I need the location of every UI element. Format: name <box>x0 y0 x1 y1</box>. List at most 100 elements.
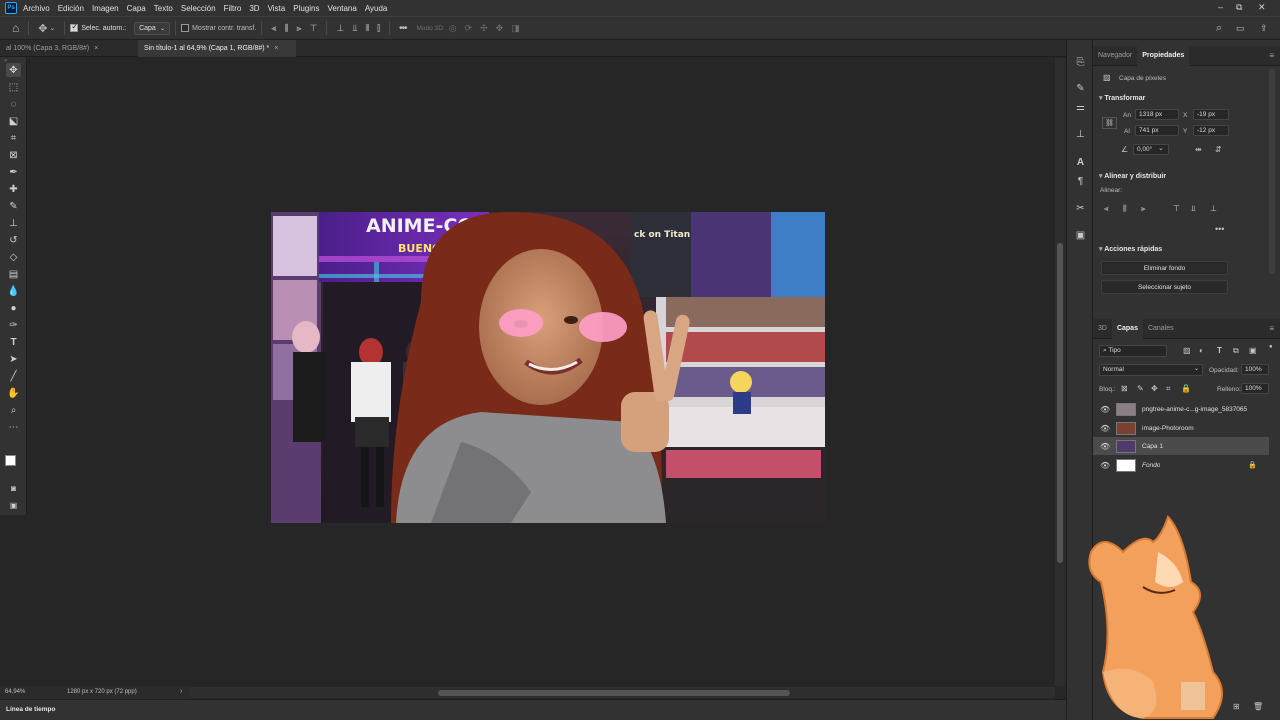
frame-tool-icon[interactable]: ⊠ <box>6 148 21 162</box>
show-transform-checkbox[interactable]: Mostrar contr. transf. <box>181 24 256 32</box>
path-select-tool-icon[interactable]: ➤ <box>6 352 21 366</box>
history-brush-tool-icon[interactable]: ↺ <box>6 233 21 247</box>
x-input[interactable]: -19 px <box>1193 109 1229 120</box>
pen-tool-icon[interactable]: ✑ <box>6 318 21 332</box>
chevron-right-icon[interactable]: › <box>180 688 182 695</box>
restore-button[interactable]: ⧉ <box>1236 2 1242 13</box>
close-icon[interactable]: × <box>274 45 278 52</box>
panel-menu-icon[interactable]: ≡ <box>1269 324 1274 333</box>
auto-select-target-dropdown[interactable]: Capa ⌄ <box>134 21 171 35</box>
layer-row-selected[interactable]: 👁 Capa 1 <box>1093 437 1269 455</box>
lock-image-icon[interactable]: ✎ <box>1137 384 1144 393</box>
menu-edicion[interactable]: Edición <box>58 4 84 13</box>
character-panel-icon[interactable]: A <box>1074 156 1087 169</box>
visibility-eye-icon[interactable]: 👁 <box>1100 461 1112 470</box>
lock-position-icon[interactable]: ✥ <box>1151 384 1158 393</box>
marquee-tool-icon[interactable]: ⬚ <box>6 80 21 94</box>
filter-toggle-icon[interactable]: ● <box>1269 344 1273 350</box>
history-panel-icon[interactable]: ⎘ <box>1074 56 1087 69</box>
document-image[interactable]: ANIME-CO BUENOS AIRES ck on Titan <box>271 212 825 523</box>
crop-tool-icon[interactable]: ⌗ <box>6 131 21 145</box>
zoom-level[interactable]: 64,94% <box>5 689 25 695</box>
tab-document-1[interactable]: al 100% (Capa 3, RGB/8#) × <box>0 40 138 57</box>
y-input[interactable]: -12 px <box>1193 125 1229 136</box>
menu-3d[interactable]: 3D <box>249 4 259 13</box>
layer-filter-dropdown[interactable]: ⌕ Tipo <box>1099 345 1167 357</box>
brushes-panel-icon[interactable]: ✎ <box>1074 82 1087 95</box>
lock-artboard-icon[interactable]: ⌗ <box>1166 384 1171 394</box>
menu-ventana[interactable]: Ventana <box>327 4 356 13</box>
scroll-thumb[interactable] <box>1057 243 1063 563</box>
libraries-panel-icon[interactable]: ▣ <box>1074 229 1087 242</box>
align-left-edges-icon[interactable]: ⫷ <box>1104 204 1109 214</box>
blur-tool-icon[interactable]: 💧 <box>6 284 21 298</box>
align-top-icon[interactable]: ⊤ <box>310 23 318 34</box>
align-hcenter-icon[interactable]: ⫼ <box>284 23 288 34</box>
gradient-tool-icon[interactable]: ▤ <box>6 267 21 281</box>
more-tools-icon[interactable]: ⋯ <box>6 420 21 434</box>
filter-pixel-icon[interactable]: ▨ <box>1183 346 1191 355</box>
more-options-button[interactable]: ••• <box>399 23 407 34</box>
quick-actions-title[interactable]: Acciones rápidas <box>1099 245 1162 253</box>
transform-section-title[interactable]: Transformar <box>1099 94 1145 102</box>
select-subject-button[interactable]: Seleccionar sujeto <box>1101 280 1228 294</box>
horizontal-scrollbar[interactable] <box>190 687 1055 698</box>
width-input[interactable]: 1318 px <box>1135 109 1179 120</box>
lock-all-icon[interactable]: 🔒 <box>1181 384 1191 393</box>
share-icon[interactable]: ⇪ <box>1260 23 1268 34</box>
properties-scrollbar[interactable] <box>1269 68 1275 274</box>
eraser-tool-icon[interactable]: ◇ <box>6 250 21 264</box>
menu-filtro[interactable]: Filtro <box>224 4 242 13</box>
distribute-icon[interactable]: ⫴ <box>365 23 369 34</box>
remove-background-button[interactable]: Eliminar fondo <box>1101 261 1228 275</box>
move-tool-icon[interactable]: ✥ <box>6 63 21 77</box>
align-bottom-icon[interactable]: ⫫ <box>352 23 357 34</box>
menu-capa[interactable]: Capa <box>127 4 146 13</box>
auto-select-checkbox[interactable]: Selec. autom.: <box>70 22 126 32</box>
align-vcenters-icon[interactable]: ⫫ <box>1191 204 1196 214</box>
line-tool-icon[interactable]: ╱ <box>6 369 21 383</box>
timeline-tab[interactable]: Línea de tiempo <box>6 706 55 713</box>
chevron-down-icon[interactable]: ⌄ <box>49 24 55 32</box>
layer-row[interactable]: 👁 image-Photoroom <box>1093 419 1269 437</box>
flip-horizontal-icon[interactable]: ⇹ <box>1195 145 1202 154</box>
opacity-input[interactable]: 100% <box>1241 364 1269 375</box>
visibility-eye-icon[interactable]: 👁 <box>1100 442 1112 451</box>
clone-source-panel-icon[interactable]: ⊥ <box>1074 128 1087 141</box>
foreground-color-swatch[interactable] <box>5 455 16 466</box>
new-layer-icon[interactable]: ⊞ <box>1233 702 1240 711</box>
tools-preset-icon[interactable]: ✂ <box>1074 202 1087 215</box>
lock-transparent-icon[interactable]: ⊠ <box>1121 384 1128 393</box>
layer-row[interactable]: 👁 Fondo 🔒 <box>1093 456 1269 474</box>
distribute-spacing-icon[interactable]: ⫿ <box>377 23 380 34</box>
vertical-scrollbar[interactable] <box>1055 58 1065 686</box>
menu-texto[interactable]: Texto <box>154 4 173 13</box>
tab-channels[interactable]: Canales <box>1143 319 1179 339</box>
align-right-edges-icon[interactable]: ⫸ <box>1141 204 1146 214</box>
flip-vertical-icon[interactable]: ⇵ <box>1215 145 1222 154</box>
paragraph-panel-icon[interactable]: ¶ <box>1074 175 1087 188</box>
home-icon[interactable]: ⌂ <box>12 21 19 35</box>
close-icon[interactable]: × <box>94 45 98 52</box>
height-input[interactable]: 741 px <box>1135 125 1179 136</box>
close-window-button[interactable]: ✕ <box>1258 2 1266 13</box>
tab-navigator[interactable]: Navegador <box>1093 46 1137 66</box>
align-vcenter-icon[interactable]: ⊥ <box>336 23 344 34</box>
scroll-thumb[interactable] <box>438 690 790 696</box>
link-icon[interactable]: ⛓ <box>1102 117 1117 129</box>
search-icon[interactable]: ⌕ <box>1216 22 1222 35</box>
type-tool-icon[interactable]: T <box>6 335 21 349</box>
workspace-icon[interactable]: ▭ <box>1236 23 1245 34</box>
menu-ayuda[interactable]: Ayuda <box>365 4 388 13</box>
filter-shape-icon[interactable]: ⧉ <box>1233 346 1239 356</box>
eyedropper-tool-icon[interactable]: ✒ <box>6 165 21 179</box>
tab-layers[interactable]: Capas <box>1111 318 1143 339</box>
filter-type-icon[interactable]: T <box>1217 346 1222 355</box>
align-hcenters-icon[interactable]: ⫼ <box>1123 204 1127 214</box>
brush-tool-icon[interactable]: ✎ <box>6 199 21 213</box>
menu-plugins[interactable]: Plugins <box>293 4 319 13</box>
adjustments-panel-icon[interactable]: ⚌ <box>1074 101 1087 114</box>
menu-imagen[interactable]: Imagen <box>92 4 119 13</box>
align-top-edges-icon[interactable]: ⊤ <box>1173 204 1180 213</box>
filter-adjustment-icon[interactable]: ◐ <box>1199 346 1204 355</box>
